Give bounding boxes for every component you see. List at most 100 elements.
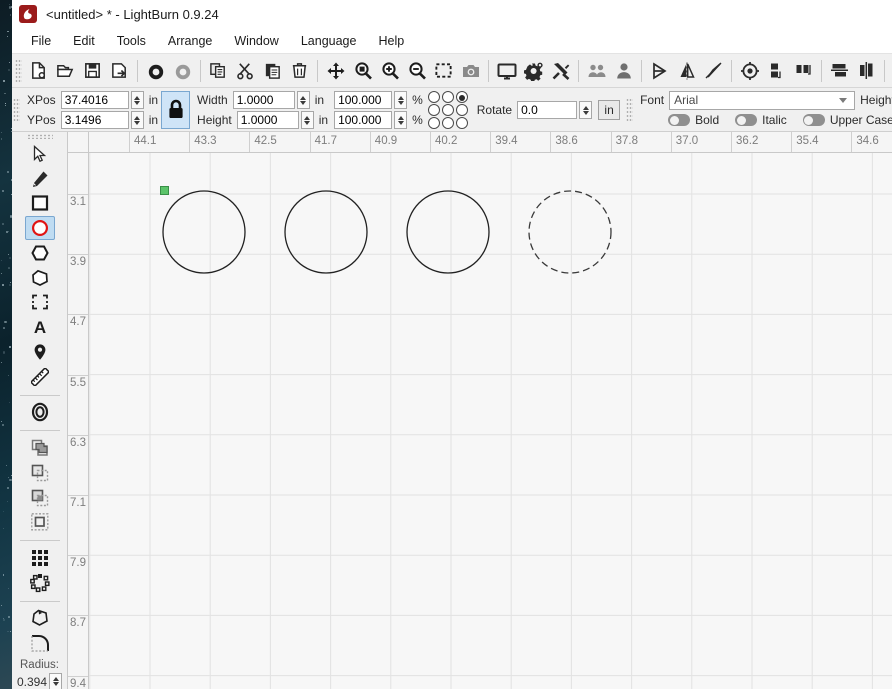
zoom-fit-icon[interactable] [349, 57, 376, 85]
align-right-icon[interactable] [853, 57, 880, 85]
anchor-cell-bottom-center[interactable] [441, 117, 455, 130]
align-left-icon[interactable] [763, 57, 790, 85]
scale-height-stepper[interactable] [394, 111, 407, 129]
boolean-union-icon[interactable] [25, 436, 55, 460]
radius-value[interactable]: 0.394 [17, 675, 47, 689]
rotate-90-icon[interactable] [700, 57, 727, 85]
undo-icon[interactable] [142, 57, 169, 85]
zoom-out-icon[interactable] [403, 57, 430, 85]
ypos-input[interactable]: 3.1496 [61, 111, 129, 129]
close-path-icon[interactable] [25, 606, 55, 630]
offset-shapes-icon[interactable] [25, 400, 55, 424]
selection-handle[interactable] [160, 186, 169, 195]
align-center-icon[interactable] [736, 57, 763, 85]
closed-shape-icon[interactable] [25, 266, 55, 290]
anchor-cell-middle-right[interactable] [455, 104, 469, 117]
italic-toggle[interactable] [735, 114, 757, 126]
rectangle-icon[interactable] [25, 191, 55, 215]
lock-aspect-button[interactable] [161, 91, 190, 129]
menu-item-file[interactable]: File [20, 31, 62, 51]
width-stepper[interactable] [297, 91, 310, 109]
height-input[interactable]: 1.0000 [237, 111, 299, 129]
height-stepper[interactable] [301, 111, 314, 129]
ungroup-icon[interactable] [610, 57, 637, 85]
copy-icon[interactable] [205, 57, 232, 85]
anchor-cell-middle-left[interactable] [427, 104, 441, 117]
anchor-cell-top-left[interactable] [427, 91, 441, 104]
canvas-circle[interactable] [163, 191, 245, 273]
bounding-box-icon[interactable] [25, 291, 55, 315]
save-as-icon[interactable] [106, 57, 133, 85]
scale-width-input[interactable]: 100.000 [334, 91, 392, 109]
text-tool-icon[interactable]: A [25, 315, 55, 339]
align-middle-icon[interactable] [826, 57, 853, 85]
paste-icon[interactable] [259, 57, 286, 85]
scale-height-input[interactable]: 100.000 [334, 111, 392, 129]
anchor-cell-middle-center[interactable] [441, 104, 455, 117]
text-properties-drag-handle[interactable] [626, 98, 633, 122]
menu-item-tools[interactable]: Tools [106, 31, 157, 51]
open-folder-icon[interactable] [52, 57, 79, 85]
group-icon[interactable] [583, 57, 610, 85]
tools-wrench-icon[interactable] [547, 57, 574, 85]
anchor-cell-top-center[interactable] [441, 91, 455, 104]
anchor-cell-bottom-right[interactable] [455, 117, 469, 130]
canvas-circle[interactable] [285, 191, 367, 273]
units-button[interactable]: in [598, 100, 620, 120]
anchor-cell-top-right[interactable] [455, 91, 469, 104]
xpos-stepper[interactable] [131, 91, 144, 109]
position-marker-icon[interactable] [25, 340, 55, 364]
upper-case-toggle[interactable] [803, 114, 825, 126]
redo-icon[interactable] [169, 57, 196, 85]
move-arrows-icon[interactable] [322, 57, 349, 85]
ruler-measure-icon[interactable] [25, 365, 55, 389]
font-select[interactable]: Arial [669, 91, 855, 110]
ypos-stepper[interactable] [131, 111, 144, 129]
ellipse-icon[interactable] [25, 216, 55, 240]
boolean-intersect-icon[interactable] [25, 486, 55, 510]
boolean-difference-icon[interactable] [25, 510, 55, 534]
menu-item-help[interactable]: Help [367, 31, 415, 51]
vertical-ruler[interactable]: 3.13.94.75.56.37.17.98.79.4 [68, 132, 89, 689]
tool-palette-drag-handle[interactable] [27, 134, 53, 139]
font-label: Font [640, 93, 664, 107]
gear-settings-icon[interactable] [520, 57, 547, 85]
grid-array-icon[interactable] [25, 546, 55, 570]
circular-array-icon[interactable] [25, 571, 55, 595]
design-canvas[interactable] [89, 153, 892, 689]
delete-trash-icon[interactable] [286, 57, 313, 85]
toolbar-drag-handle[interactable] [15, 59, 22, 83]
menu-item-language[interactable]: Language [290, 31, 368, 51]
zoom-in-icon[interactable] [376, 57, 403, 85]
rotate-stepper[interactable] [579, 101, 592, 119]
align-top-icon[interactable] [790, 57, 817, 85]
bold-toggle[interactable] [668, 114, 690, 126]
new-file-icon[interactable] [25, 57, 52, 85]
canvas-circle[interactable] [407, 191, 489, 273]
select-cursor-icon[interactable] [25, 142, 55, 166]
save-disk-icon[interactable] [79, 57, 106, 85]
canvas-circle[interactable] [529, 191, 611, 273]
preview-monitor-icon[interactable] [493, 57, 520, 85]
xpos-input[interactable]: 37.4016 [61, 91, 129, 109]
anchor-cell-bottom-left[interactable] [427, 117, 441, 130]
anchor-grid[interactable] [427, 91, 469, 130]
boolean-subtract-icon[interactable] [25, 461, 55, 485]
fillet-corner-icon[interactable] [25, 631, 55, 655]
polygon-icon[interactable] [25, 241, 55, 265]
camera-icon[interactable] [457, 57, 484, 85]
cut-scissors-icon[interactable] [232, 57, 259, 85]
menu-item-arrange[interactable]: Arrange [157, 31, 223, 51]
width-input[interactable]: 1.0000 [233, 91, 295, 109]
horizontal-ruler[interactable]: 44.143.342.541.740.940.239.438.637.837.0… [68, 132, 892, 153]
flip-horizontal-icon[interactable] [646, 57, 673, 85]
scale-width-stepper[interactable] [394, 91, 407, 109]
rotate-input[interactable]: 0.0 [517, 101, 577, 119]
menu-item-edit[interactable]: Edit [62, 31, 106, 51]
pencil-draw-icon[interactable] [25, 167, 55, 191]
select-frame-icon[interactable] [430, 57, 457, 85]
radius-stepper[interactable] [49, 673, 62, 689]
flip-vertical-icon[interactable] [673, 57, 700, 85]
properties-drag-handle[interactable] [13, 98, 20, 122]
menu-item-window[interactable]: Window [223, 31, 289, 51]
